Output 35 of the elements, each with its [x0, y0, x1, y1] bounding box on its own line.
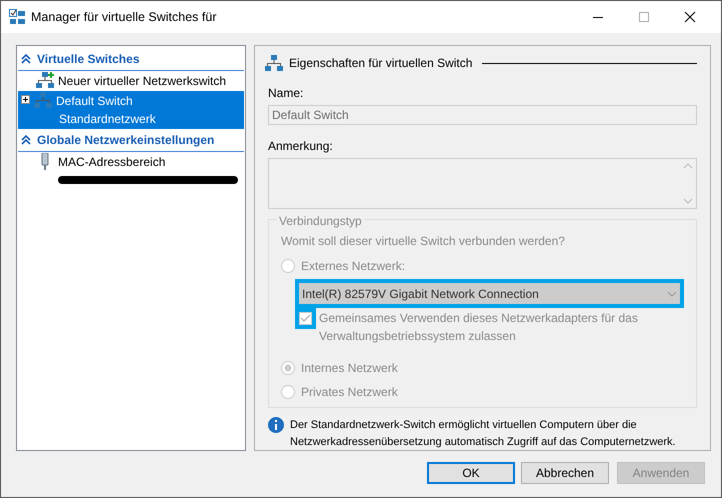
- dialog-button[interactable]: Abbrechen: [521, 462, 609, 484]
- network-icon: [34, 92, 52, 109]
- window-title: Manager für virtuelle Switches für: [31, 8, 216, 26]
- collapse-icon[interactable]: [21, 135, 31, 145]
- expand-icon[interactable]: [21, 95, 30, 104]
- item-sublabel: Standardnetzwerk: [59, 111, 156, 128]
- scroll-down-icon[interactable]: [682, 198, 692, 204]
- radio-label: Externes Netzwerk:: [301, 258, 406, 275]
- scroll-up-icon[interactable]: [682, 163, 692, 169]
- section-title: Eigenschaften für virtuellen Switch: [289, 55, 472, 72]
- info-text: Der Standardnetzwerk-Switch ermöglicht virtuellen Computern über die Netzwerkadressenübersetzung automatisch Zugriff auf das Computernetzwerk.: [290, 418, 677, 450]
- tree-item[interactable]: Default Switch Standardnetzwerk: [18, 91, 244, 129]
- caret-icon: [667, 290, 677, 296]
- network-add-icon: [36, 72, 54, 89]
- section-header[interactable]: Globale Netzwerkeinstellungen: [37, 131, 214, 149]
- section-header[interactable]: Virtuelle Switches: [37, 50, 140, 68]
- field-label: Name:: [268, 85, 304, 102]
- item-label: Default Switch: [56, 93, 134, 110]
- info-icon: [268, 417, 284, 433]
- field-label: Anmerkung:: [268, 138, 334, 155]
- item-label: MAC-Adressbereich: [58, 154, 166, 171]
- checkbox-label: Gemeinsames Verwenden dieses Netzwerkadapters für das Verwaltungsbetriebssystem zulassen: [319, 310, 639, 345]
- group-legend: Verbindungstyp: [277, 214, 364, 228]
- tree-item[interactable]: Neuer virtueller Netzwerkswitch: [18, 71, 244, 91]
- collapse-icon[interactable]: [21, 54, 31, 64]
- dialog-button[interactable]: OK: [427, 462, 515, 484]
- app-icon: [9, 9, 25, 25]
- dropdown-value: Intel(R) 82579V Gigabit Network Connection: [302, 286, 539, 302]
- item-label: Neuer virtueller Netzwerkswitch: [58, 73, 226, 90]
- radio-label: Privates Netzwerk: [301, 384, 398, 401]
- radio-label: Internes Netzwerk: [301, 360, 398, 377]
- note-field[interactable]: [268, 158, 697, 209]
- question-text: Womit soll dieser virtuelle Switch verbunden werden?: [281, 233, 566, 250]
- tree-item[interactable]: MAC-Adressbereich: [18, 152, 244, 172]
- network-icon: [265, 54, 283, 72]
